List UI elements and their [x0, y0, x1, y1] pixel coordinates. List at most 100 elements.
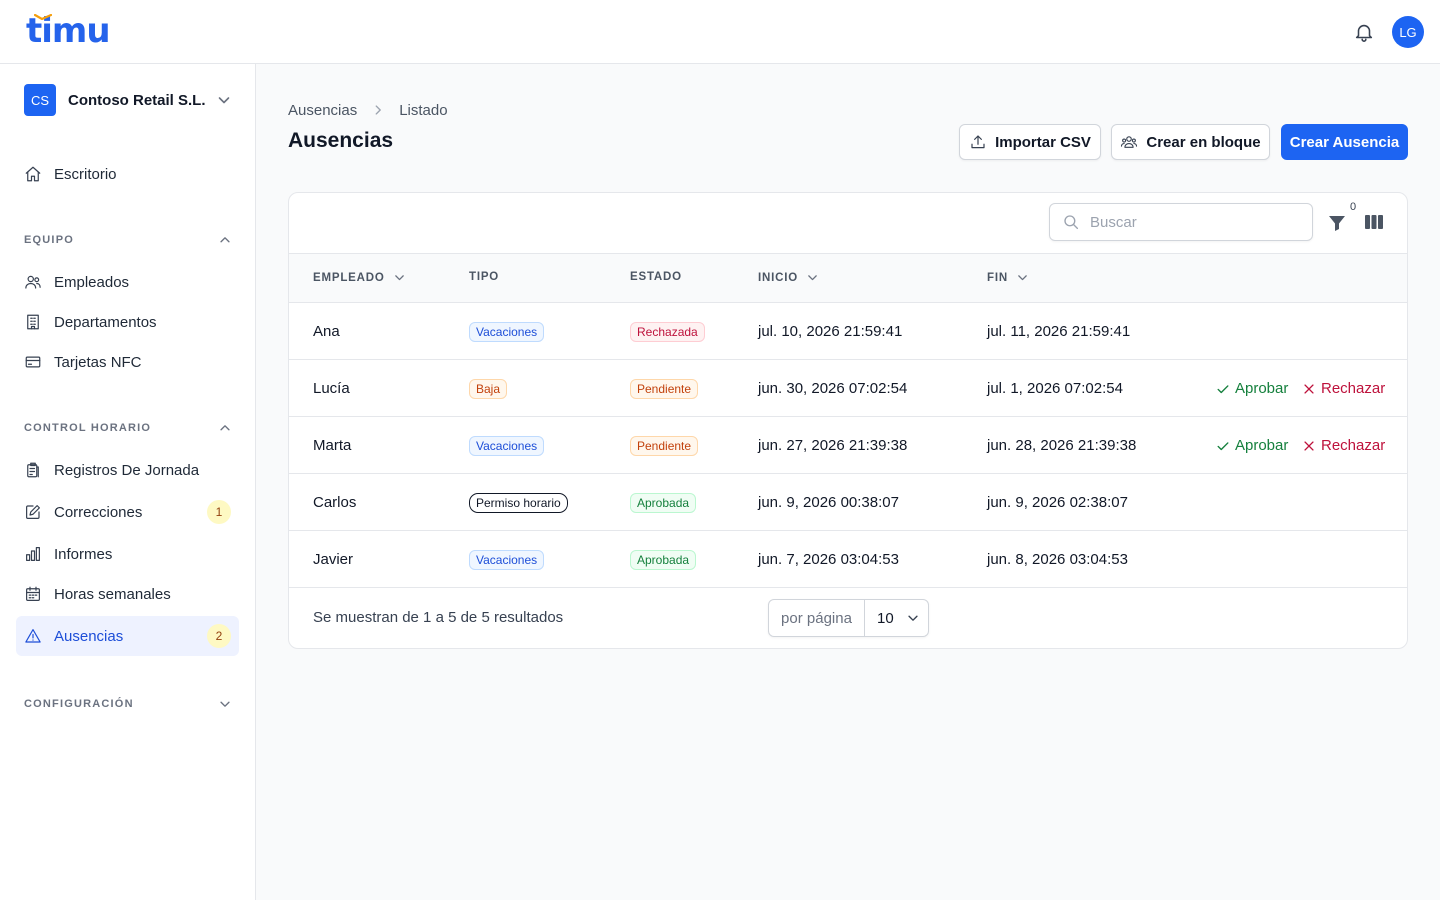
warning-icon [25, 629, 41, 643]
bulk-create-button[interactable]: Crear en bloque [1111, 124, 1270, 160]
approve-label: Aprobar [1235, 437, 1289, 454]
status-badge: Rechazada [630, 321, 705, 342]
column-header-label: EMPLEADO [313, 271, 385, 284]
sidebar-item-ausencias[interactable]: Ausencias 2 [16, 616, 239, 656]
sidebar-item-label: Empleados [54, 273, 130, 291]
page-title: Ausencias [288, 129, 394, 152]
table-row[interactable]: Ana Vacaciones Rechazada jul. 10, 2026 2… [289, 303, 1407, 360]
sidebar-item-horas-semanales[interactable]: Horas semanales [16, 574, 239, 614]
table-row[interactable]: Carlos Permiso horario Aprobada jun. 9, … [289, 474, 1407, 531]
per-page-select[interactable]: por página 10 [768, 599, 929, 637]
reject-label: Rechazar [1321, 437, 1386, 454]
column-header-empleado[interactable]: EMPLEADO [313, 271, 406, 284]
sidebar-item-label: Correcciones [54, 503, 143, 521]
sidebar-item-empleados[interactable]: Empleados [16, 262, 239, 302]
employee-name: Carlos [313, 494, 357, 511]
columns-icon[interactable] [1364, 213, 1384, 231]
sidebar-item-label: Tarjetas NFC [54, 353, 142, 371]
search-field[interactable] [1049, 203, 1313, 241]
notifications-bell-icon[interactable] [1353, 21, 1375, 43]
status-badge: Pendiente [630, 435, 699, 456]
breadcrumb-item-ausencias[interactable]: Ausencias [288, 102, 357, 119]
start-date: jun. 9, 2026 00:38:07 [758, 494, 899, 511]
sidebar-item-correcciones[interactable]: Correcciones 1 [16, 492, 239, 532]
table-row[interactable]: Marta Vacaciones Pendiente jun. 27, 2026… [289, 417, 1407, 474]
type-badge: Baja [469, 378, 508, 399]
check-icon [1217, 441, 1229, 450]
chevron-up-icon [220, 237, 230, 243]
employee-name: Marta [313, 437, 352, 454]
section-header-control-horario[interactable]: CONTROL HORARIO [24, 418, 232, 438]
search-icon [1064, 215, 1079, 230]
check-icon [1217, 384, 1229, 393]
table-row[interactable]: Lucía Baja Pendiente jun. 30, 2026 07:02… [289, 360, 1407, 417]
per-page-value[interactable]: 10 [865, 610, 928, 627]
user-avatar[interactable]: LG [1392, 16, 1424, 48]
column-header-estado: ESTADO [630, 271, 682, 283]
top-bar: timu LG [0, 0, 1440, 64]
chevron-down-icon [808, 275, 817, 281]
count-badge: 2 [207, 624, 231, 648]
absences-table-card: 0 EMPLEADO TIPO ESTADO INICIO FIN Ana Va… [288, 192, 1408, 649]
column-header-label: FIN [987, 271, 1008, 284]
reject-button[interactable]: Rechazar [1302, 417, 1385, 474]
end-date: jul. 11, 2026 21:59:41 [987, 323, 1131, 340]
column-header-fin[interactable]: FIN [987, 271, 1029, 284]
status-badge: Aprobada [630, 549, 697, 570]
end-date: jun. 9, 2026 02:38:07 [987, 494, 1128, 511]
sidebar-item-escritorio[interactable]: Escritorio [16, 154, 239, 194]
chevron-up-icon [220, 425, 230, 431]
reject-button[interactable]: Rechazar [1302, 360, 1385, 417]
chevron-down-icon [1018, 275, 1027, 281]
column-header-tipo: TIPO [469, 271, 499, 283]
column-header-inicio[interactable]: INICIO [758, 271, 819, 284]
credit-card-icon [25, 356, 41, 368]
sidebar-item-label: Escritorio [54, 165, 117, 183]
employee-name: Javier [313, 551, 354, 568]
edit-icon [26, 505, 40, 519]
close-icon [1304, 383, 1314, 394]
button-label: Crear Ausencia [1289, 133, 1400, 151]
logo-accent-icon [34, 14, 52, 20]
section-header-equipo[interactable]: EQUIPO [24, 230, 232, 250]
approve-button[interactable]: Aprobar [1216, 417, 1288, 474]
bar-chart-icon [26, 547, 40, 561]
count-badge: 1 [207, 500, 231, 524]
section-header-configuracion[interactable]: CONFIGURACIÓN [24, 694, 232, 714]
start-date: jul. 10, 2026 21:59:41 [758, 323, 903, 340]
per-page-number: 10 [877, 609, 894, 627]
type-badge: Permiso horario [469, 492, 568, 513]
section-label: EQUIPO [24, 234, 74, 246]
approve-label: Aprobar [1235, 380, 1289, 397]
organization-switcher[interactable]: CS Contoso Retail S.L. [24, 84, 232, 116]
sidebar-item-informes[interactable]: Informes [16, 534, 239, 574]
table-header: EMPLEADO TIPO ESTADO INICIO FIN [289, 253, 1407, 303]
chevron-down-icon [218, 97, 230, 104]
type-badge: Vacaciones [469, 549, 545, 570]
calendar-icon [26, 586, 40, 601]
sidebar-item-tarjetas-nfc[interactable]: Tarjetas NFC [16, 342, 239, 382]
filter-icon[interactable] [1327, 213, 1347, 233]
building-icon [27, 314, 39, 330]
start-date: jun. 7, 2026 03:04:53 [758, 551, 899, 568]
home-icon [25, 166, 41, 182]
employee-name: Ana [313, 323, 340, 340]
create-absence-button[interactable]: Crear Ausencia [1281, 124, 1408, 160]
approve-button[interactable]: Aprobar [1216, 360, 1288, 417]
search-input[interactable] [1090, 213, 1290, 231]
import-csv-button[interactable]: Importar CSV [959, 124, 1101, 160]
column-header-label: ESTADO [630, 271, 682, 283]
sidebar-item-registros-de-jornada[interactable]: Registros De Jornada [16, 450, 239, 490]
close-icon [1304, 440, 1314, 451]
chevron-down-icon [220, 701, 230, 707]
breadcrumb-item-listado: Listado [399, 101, 448, 119]
sidebar-item-departamentos[interactable]: Departamentos [16, 302, 239, 342]
section-label: CONFIGURACIÓN [24, 698, 134, 710]
button-label: Crear en bloque [1146, 133, 1261, 151]
sidebar-item-label: Informes [54, 545, 113, 563]
table-row[interactable]: Javier Vacaciones Aprobada jun. 7, 2026 … [289, 531, 1407, 588]
column-header-label: TIPO [469, 271, 500, 283]
status-badge: Pendiente [630, 378, 699, 399]
column-header-label: INICIO [758, 271, 798, 284]
breadcrumb: Ausencias Listado [288, 100, 448, 120]
